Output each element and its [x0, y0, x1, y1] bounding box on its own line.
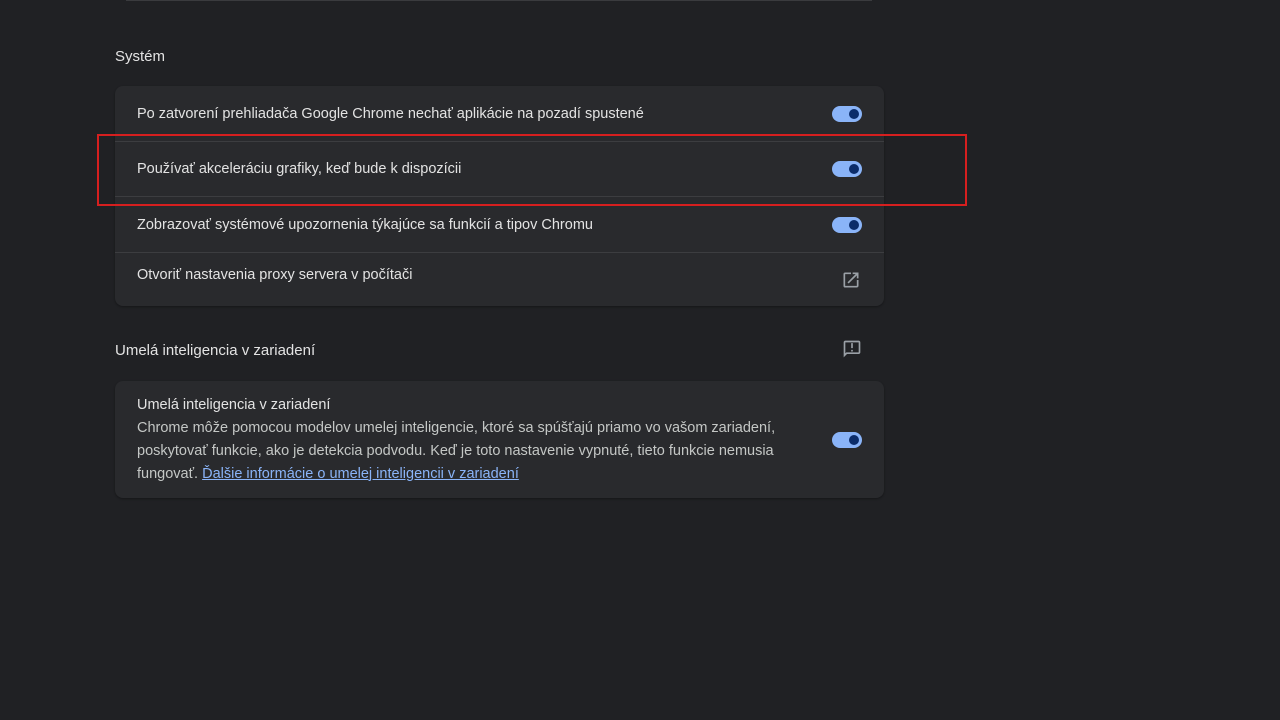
row-proxy-settings[interactable]: Otvoriť nastavenia proxy servera v počít… — [115, 252, 884, 306]
toggle-knob — [849, 164, 859, 174]
row-graphics-acceleration[interactable]: Používať akceleráciu grafiky, keď bude k… — [115, 141, 884, 196]
row-background-apps[interactable]: Po zatvorení prehliadača Google Chrome n… — [115, 86, 884, 141]
feedback-icon[interactable] — [842, 339, 862, 359]
background-apps-toggle[interactable] — [832, 105, 862, 122]
on-device-ai-description: Chrome môže pomocou modelov umelej intel… — [137, 417, 797, 486]
settings-page: Systém Po zatvorení prehliadača Google C… — [0, 0, 1280, 720]
row-on-device-ai[interactable]: Umelá inteligencia v zariadení Chrome mô… — [115, 381, 884, 498]
row-label: Otvoriť nastavenia proxy servera v počít… — [137, 267, 413, 283]
toggle-knob — [849, 434, 859, 445]
section-title-on-device-ai: Umelá inteligencia v zariadení — [115, 342, 316, 359]
row-label: Po zatvorení prehliadača Google Chrome n… — [137, 105, 644, 122]
graphics-acceleration-toggle[interactable] — [832, 161, 862, 177]
toggle-knob — [849, 108, 859, 119]
row-system-notifications[interactable]: Zobrazovať systémové upozornenia týkajúc… — [115, 196, 884, 252]
row-label: Používať akceleráciu grafiky, keď bude k… — [137, 161, 462, 177]
section-title-system: Systém — [115, 48, 166, 65]
on-device-ai-card: Umelá inteligencia v zariadení Chrome mô… — [115, 381, 884, 498]
row-label: Zobrazovať systémové upozornenia týkajúc… — [137, 216, 593, 233]
toggle-knob — [849, 219, 859, 230]
system-notifications-toggle[interactable] — [832, 216, 862, 233]
on-device-ai-title: Umelá inteligencia v zariadení — [137, 396, 331, 413]
on-device-ai-toggle[interactable] — [832, 431, 862, 448]
learn-more-link[interactable]: Ďalšie informácie o umelej inteligencii … — [202, 466, 519, 482]
open-in-new-icon[interactable] — [841, 270, 861, 290]
feedback-button[interactable] — [842, 339, 862, 364]
previous-card-edge — [126, 0, 872, 1]
on-device-ai-text: Umelá inteligencia v zariadení Chrome mô… — [137, 394, 797, 486]
system-card: Po zatvorení prehliadača Google Chrome n… — [115, 86, 884, 306]
